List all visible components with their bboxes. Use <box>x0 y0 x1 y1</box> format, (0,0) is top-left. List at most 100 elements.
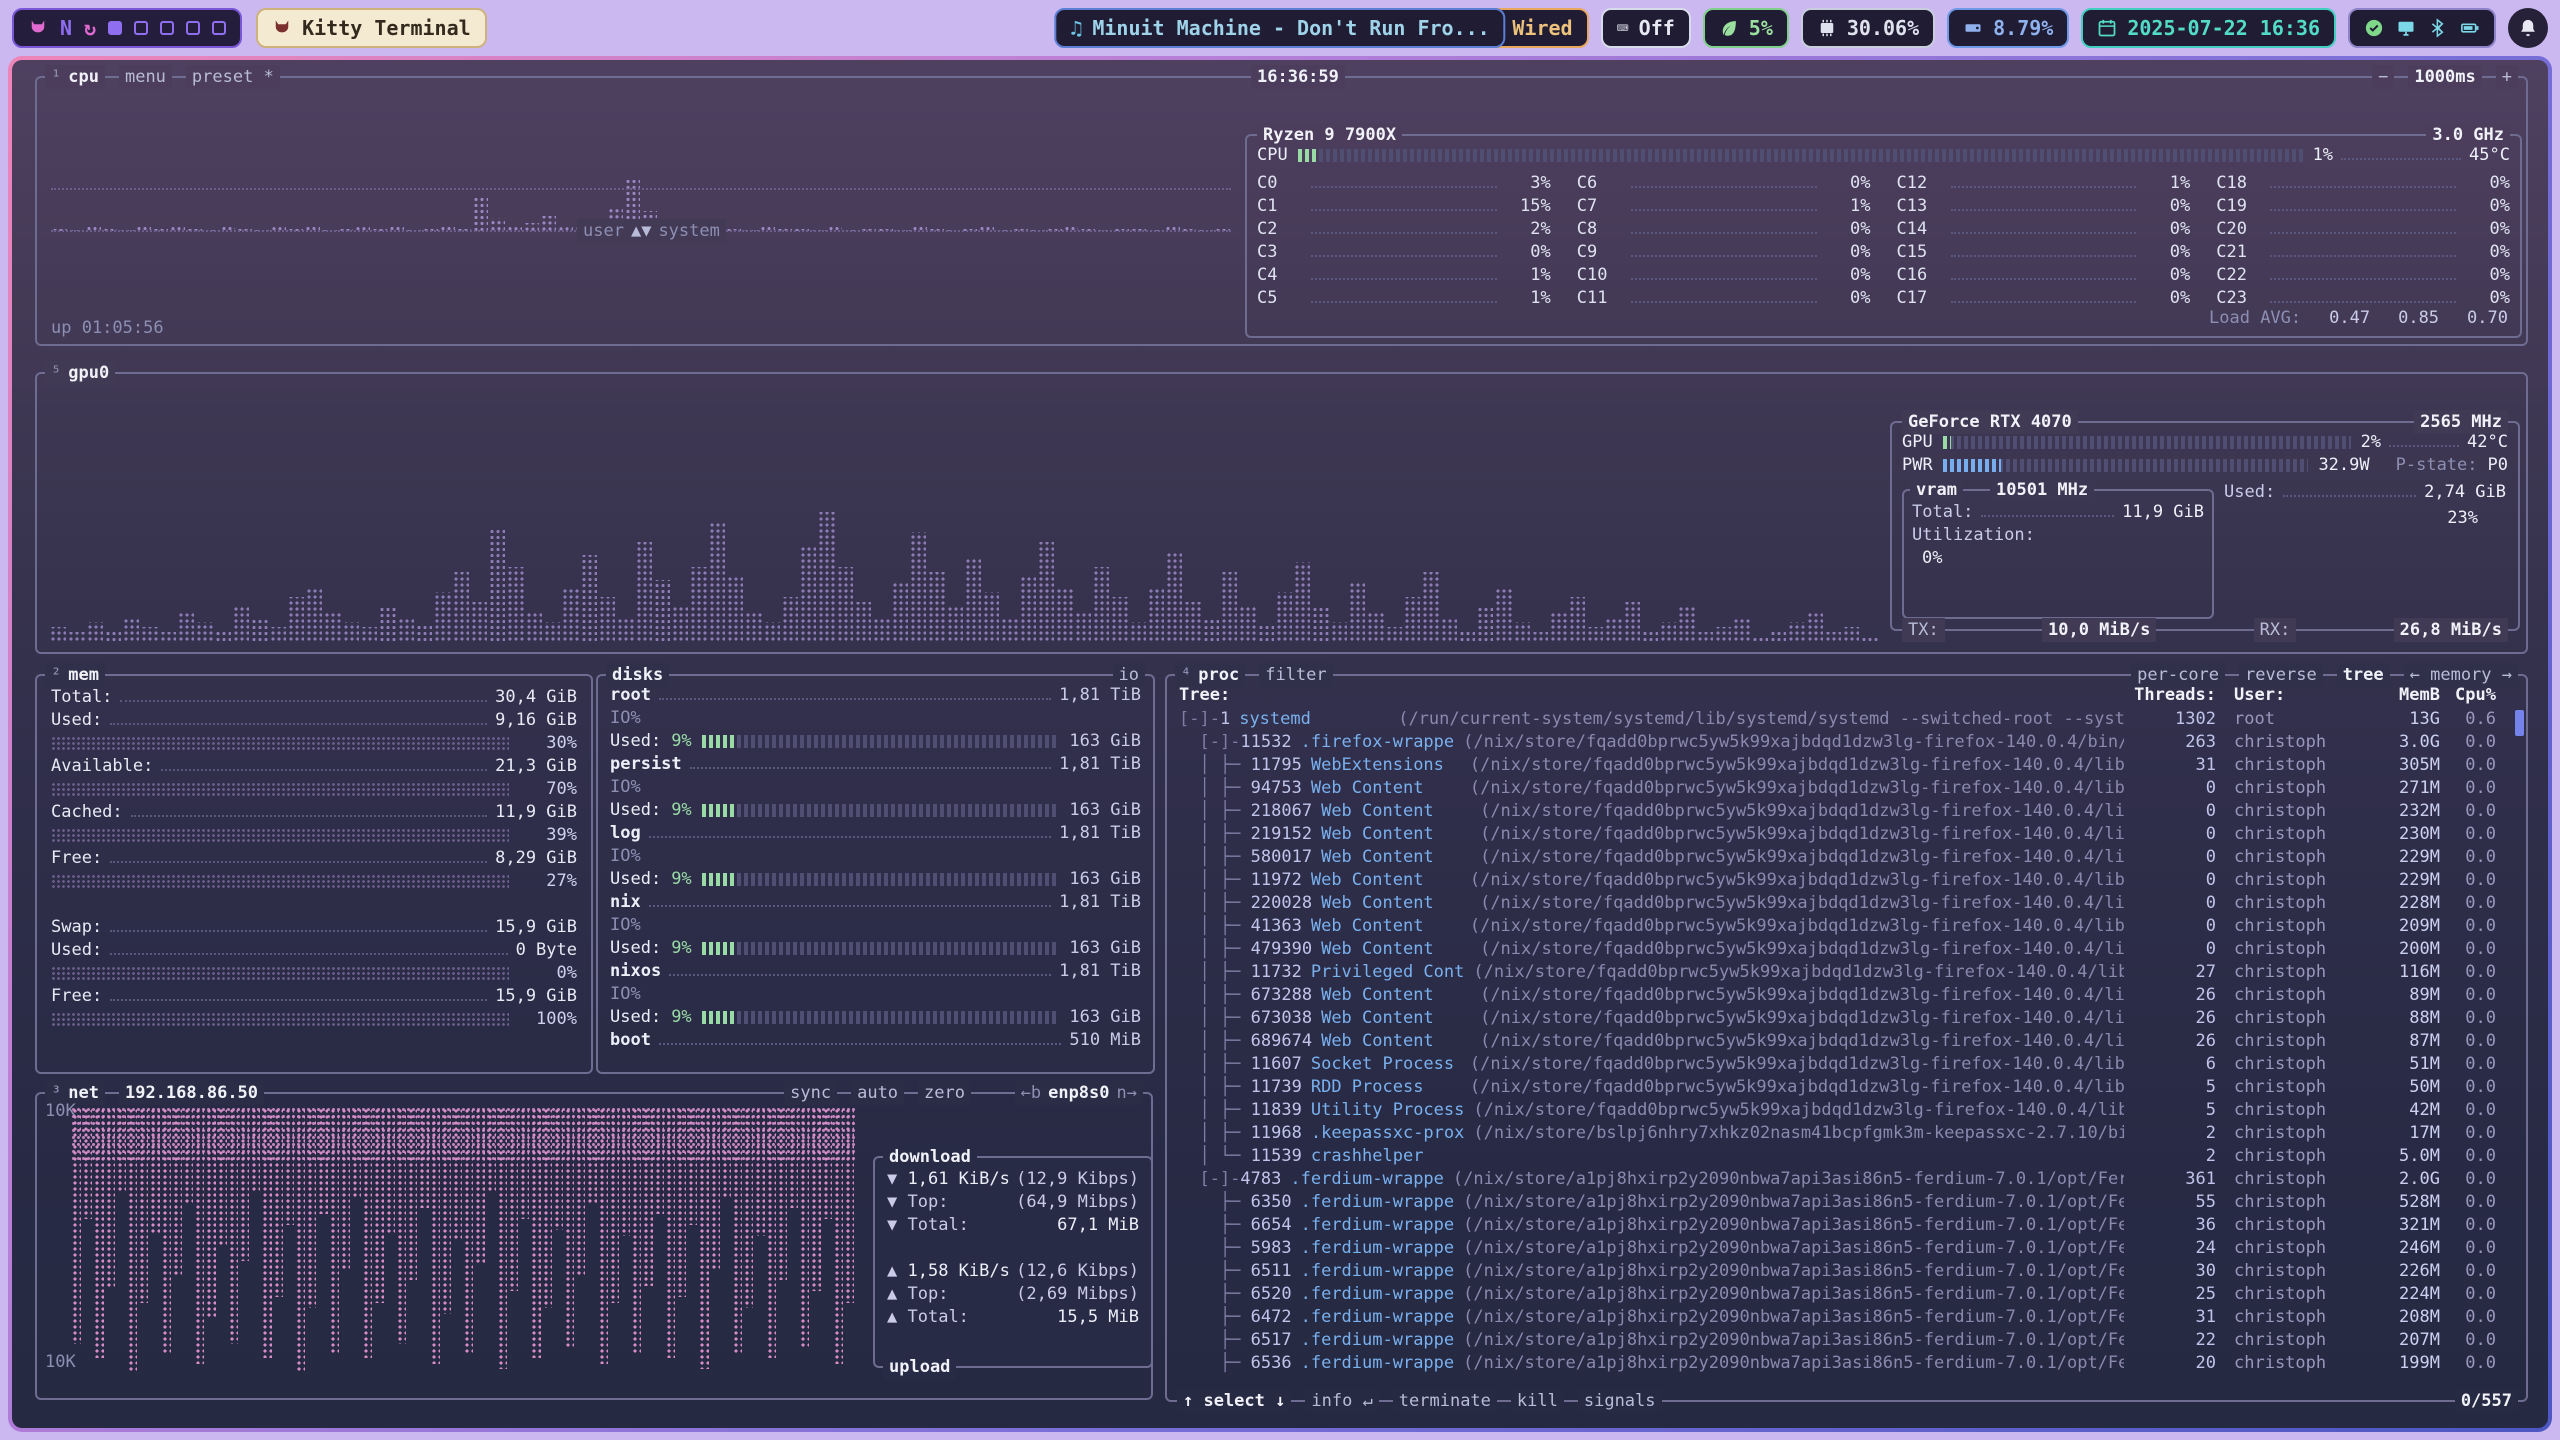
terminate-button[interactable]: terminate <box>1393 1389 1497 1413</box>
process-row[interactable]: │ ├─ 94753Web Content(/nix/store/fqadd0b… <box>1179 777 2512 800</box>
cpu-widget[interactable]: 5% <box>1703 8 1789 48</box>
process-row[interactable]: │ ├─ 11607Socket Process(/nix/store/fqad… <box>1179 1053 2512 1076</box>
process-row[interactable]: │ ├─ 11732Privileged Cont(/nix/store/fqa… <box>1179 961 2512 984</box>
core-label: C3 <box>1257 241 1303 264</box>
monitor-icon[interactable] <box>2396 18 2416 38</box>
process-scrollbar[interactable] <box>2515 710 2524 736</box>
process-row[interactable]: │ ├─ 11795WebExtensions(/nix/store/fqadd… <box>1179 754 2512 777</box>
memory-panel-title[interactable]: ²mem <box>45 663 105 687</box>
menu-button[interactable]: menu <box>119 65 172 89</box>
process-row[interactable]: ├─ 6536.ferdium-wrappe(/nix/store/a1pj8h… <box>1179 1352 2512 1375</box>
disk-usage-value: 8.79% <box>1993 16 2053 40</box>
process-row[interactable]: │ └─ 11539crashhelper 2 christoph 5.0M 0… <box>1179 1145 2512 1168</box>
process-row[interactable]: [-]-4783.ferdium-wrappe(/nix/store/a1pj8… <box>1179 1168 2512 1191</box>
disk-entry: nixos1,81 TiB IO% Used: 9% 163 GiB <box>610 960 1141 1029</box>
memory-widget[interactable]: 30.06% <box>1801 8 1935 48</box>
calendar-icon <box>2097 18 2117 38</box>
process-row[interactable]: │ ├─ 673288Web Content(/nix/store/fqadd0… <box>1179 984 2512 1007</box>
core-usage: 0% <box>2464 218 2510 241</box>
tree-column-header[interactable]: Tree: <box>1179 684 2124 707</box>
workspace-button[interactable] <box>160 21 174 35</box>
process-row[interactable]: │ ├─ 11739RDD Process(/nix/store/fqadd0b… <box>1179 1076 2512 1099</box>
core-usage: 0% <box>1825 218 1871 241</box>
media-player-widget[interactable]: ♫ Minuit Machine - Don't Run Fro... <box>1054 8 1505 48</box>
process-row[interactable]: │ ├─ 220028Web Content(/nix/store/fqadd0… <box>1179 892 2512 915</box>
process-row[interactable]: │ ├─ 41363Web Content(/nix/store/fqadd0b… <box>1179 915 2512 938</box>
process-row[interactable]: ├─ 6520.ferdium-wrappe(/nix/store/a1pj8h… <box>1179 1283 2512 1306</box>
process-row[interactable]: ├─ 6517.ferdium-wrappe(/nix/store/a1pj8h… <box>1179 1329 2512 1352</box>
gpu-history-graph <box>49 392 1878 642</box>
refresh-workspace-icon[interactable]: ↻ <box>84 18 96 38</box>
upload-top-row: ▲ Top:(2,69 Mibps) <box>883 1283 1143 1306</box>
select-keys-hint[interactable]: ↑ select ↓ <box>1177 1389 1291 1413</box>
neovim-workspace-icon[interactable]: N <box>60 18 72 38</box>
disk-used-meter <box>702 1011 1060 1024</box>
core-label: C20 <box>2216 218 2262 241</box>
preset-button[interactable]: preset * <box>186 65 280 89</box>
core-label: C15 <box>1897 241 1943 264</box>
idle-inhibitor-widget[interactable]: ⌨ Off <box>1601 8 1691 48</box>
process-row[interactable]: ├─ 6350.ferdium-wrappe(/nix/store/a1pj8h… <box>1179 1191 2512 1214</box>
process-row[interactable]: │ ├─ 673038Web Content(/nix/store/fqadd0… <box>1179 1007 2512 1030</box>
gpu-panel-title[interactable]: ⁵gpu0 <box>45 361 115 385</box>
uptime-text: up 01:05:56 <box>51 317 164 340</box>
process-row[interactable]: ├─ 5983.ferdium-wrappe(/nix/store/a1pj8h… <box>1179 1237 2512 1260</box>
gpu-stats-box: GeForce RTX 4070 2565 MHz GPU 2% 42°C PW… <box>1890 421 2520 631</box>
interval-decrease-button[interactable]: − <box>2372 65 2394 89</box>
vram-total-label: Total: <box>1912 501 1973 524</box>
process-row[interactable]: │ ├─ 689674Web Content(/nix/store/fqadd0… <box>1179 1030 2512 1053</box>
user-column-header[interactable]: User: <box>2216 684 2348 707</box>
system-tray <box>2348 8 2496 48</box>
process-row[interactable]: │ ├─ 479390Web Content(/nix/store/fqadd0… <box>1179 938 2512 961</box>
cpu-core-grid: C0 3% C1 15% C2 2% C3 <box>1257 172 2510 310</box>
battery-icon[interactable] <box>2460 18 2480 38</box>
cpu-core-row: C8 0% <box>1577 218 1871 241</box>
net-zero-button[interactable]: zero <box>918 1081 971 1105</box>
core-usage: 0% <box>2464 241 2510 264</box>
cpu-core-row: C18 0% <box>2216 172 2510 195</box>
workspace-button[interactable] <box>108 21 122 35</box>
disk-widget[interactable]: 8.79% <box>1947 8 2069 48</box>
net-auto-button[interactable]: auto <box>851 1081 904 1105</box>
workspace-button[interactable] <box>212 21 226 35</box>
active-window-title[interactable]: Kitty Terminal <box>256 8 487 48</box>
interface-switcher[interactable]: ←benp8s0n→ <box>1015 1081 1143 1105</box>
process-row[interactable]: │ ├─ 218067Web Content(/nix/store/fqadd0… <box>1179 800 2512 823</box>
notification-bell-button[interactable] <box>2508 8 2548 48</box>
net-sync-button[interactable]: sync <box>784 1081 837 1105</box>
interval-value: 1000ms <box>2408 65 2481 89</box>
clock-widget[interactable]: 2025-07-22 16:36 <box>2081 8 2336 48</box>
cpu-core-row: C13 0% <box>1897 195 2191 218</box>
swap-stat-row: Swap:15,9 GiB <box>51 916 577 939</box>
core-label: C5 <box>1257 287 1303 310</box>
mem-column-header[interactable]: MemB <box>2348 684 2440 707</box>
process-row[interactable]: [-]-11532.firefox-wrappe(/nix/store/fqad… <box>1179 731 2512 754</box>
cpu-panel-title[interactable]: ¹cpu <box>45 65 105 89</box>
bluetooth-icon[interactable] <box>2428 18 2448 38</box>
load-avg-1m: 0.47 <box>2329 307 2370 330</box>
process-row[interactable]: │ ├─ 219152Web Content(/nix/store/fqadd0… <box>1179 823 2512 846</box>
process-row[interactable]: │ ├─ 580017Web Content(/nix/store/fqadd0… <box>1179 846 2512 869</box>
interval-increase-button[interactable]: + <box>2496 65 2518 89</box>
info-button[interactable]: info ↵ <box>1305 1389 1378 1413</box>
process-row[interactable]: ├─ 6654.ferdium-wrappe(/nix/store/a1pj8h… <box>1179 1214 2512 1237</box>
cat-workspace-icon[interactable] <box>28 18 48 38</box>
check-circle-icon[interactable] <box>2364 18 2384 38</box>
workspace-button[interactable] <box>186 21 200 35</box>
signals-button[interactable]: signals <box>1578 1389 1662 1413</box>
core-usage: 0% <box>2144 264 2190 287</box>
workspace-button[interactable] <box>134 21 148 35</box>
process-row[interactable]: ├─ 6511.ferdium-wrappe(/nix/store/a1pj8h… <box>1179 1260 2512 1283</box>
cpu-history-graph <box>51 118 1231 232</box>
process-row[interactable]: │ ├─ 11972Web Content(/nix/store/fqadd0b… <box>1179 869 2512 892</box>
cpu-core-row: C14 0% <box>1897 218 2191 241</box>
process-row[interactable]: [-]-1systemd(/run/current-system/systemd… <box>1179 708 2512 731</box>
process-table-header[interactable]: Tree: Threads: User: MemB Cpu% <box>1179 684 2512 707</box>
process-row[interactable]: │ ├─ 11839Utility Process(/nix/store/fqa… <box>1179 1099 2512 1122</box>
process-row[interactable]: ├─ 6472.ferdium-wrappe(/nix/store/a1pj8h… <box>1179 1306 2512 1329</box>
threads-column-header[interactable]: Threads: <box>2124 684 2216 707</box>
kill-button[interactable]: kill <box>1511 1389 1564 1413</box>
cpu-column-header[interactable]: Cpu% <box>2440 684 2512 707</box>
cpu-core-row: C1 15% <box>1257 195 1551 218</box>
process-row[interactable]: │ ├─ 11968.keepassxc-prox(/nix/store/bsl… <box>1179 1122 2512 1145</box>
